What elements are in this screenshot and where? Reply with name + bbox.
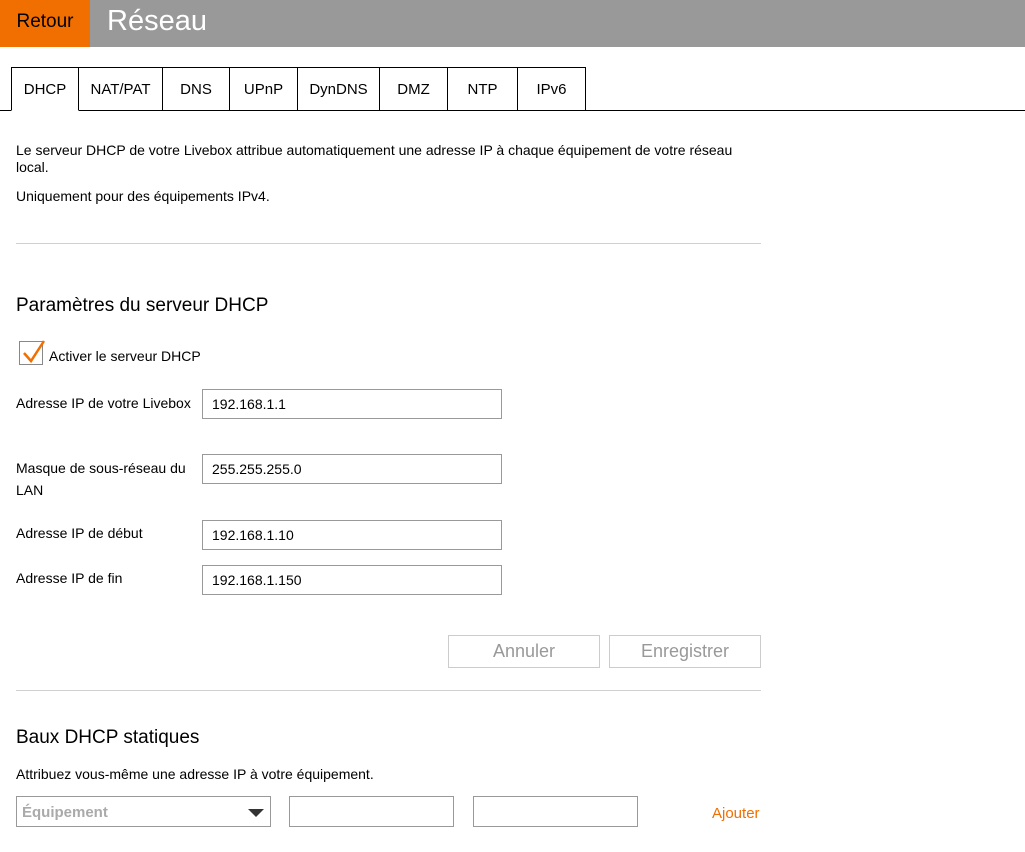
ipv4-note: Uniquement pour des équipements IPv4. (16, 188, 270, 204)
static-leases-title: Baux DHCP statiques (16, 727, 200, 748)
tab-bar: DHCP NAT/PAT DNS UPnP DynDNS DMZ NTP IPv… (11, 67, 586, 111)
enable-dhcp-checkbox[interactable] (19, 340, 46, 365)
mac-address-input[interactable] (289, 796, 454, 827)
tab-dns[interactable]: DNS (163, 67, 230, 111)
tab-dyndns[interactable]: DynDNS (298, 67, 380, 111)
livebox-ip-label: Adresse IP de votre Livebox (16, 395, 191, 411)
add-lease-button[interactable]: Ajouter (712, 805, 760, 822)
save-button[interactable]: Enregistrer (609, 635, 761, 668)
start-ip-input[interactable] (202, 520, 502, 550)
page-title: Réseau (107, 5, 207, 37)
end-ip-input[interactable] (202, 565, 502, 595)
tab-dhcp[interactable]: DHCP (11, 67, 79, 111)
ip-address-input[interactable] (473, 796, 638, 827)
livebox-ip-input[interactable] (202, 389, 502, 419)
tab-ntp[interactable]: NTP (448, 67, 518, 111)
subnet-mask-input[interactable] (202, 454, 502, 484)
device-select[interactable]: Équipement (16, 796, 271, 827)
intro-text: Le serveur DHCP de votre Livebox attribu… (16, 142, 733, 175)
tab-nat-pat[interactable]: NAT/PAT (79, 67, 163, 111)
checkmark-icon (23, 340, 46, 364)
back-button[interactable]: Retour (0, 0, 90, 47)
top-bar: Retour Réseau (0, 0, 1025, 47)
tab-ipv6[interactable]: IPv6 (518, 67, 586, 111)
end-ip-label: Adresse IP de fin (16, 570, 123, 586)
dhcp-settings-title: Paramètres du serveur DHCP (16, 295, 269, 316)
static-leases-description: Attribuez vous-même une adresse IP à vot… (16, 766, 374, 782)
cancel-button[interactable]: Annuler (448, 635, 600, 668)
divider (16, 243, 761, 244)
tab-upnp[interactable]: UPnP (230, 67, 298, 111)
chevron-down-icon (248, 809, 264, 817)
enable-dhcp-label: Activer le serveur DHCP (49, 348, 201, 364)
divider (16, 690, 761, 691)
subnet-mask-label: Masque de sous-réseau du LAN (16, 460, 186, 498)
tab-dmz[interactable]: DMZ (380, 67, 448, 111)
device-select-placeholder: Équipement (22, 804, 108, 821)
start-ip-label: Adresse IP de début (16, 525, 143, 541)
